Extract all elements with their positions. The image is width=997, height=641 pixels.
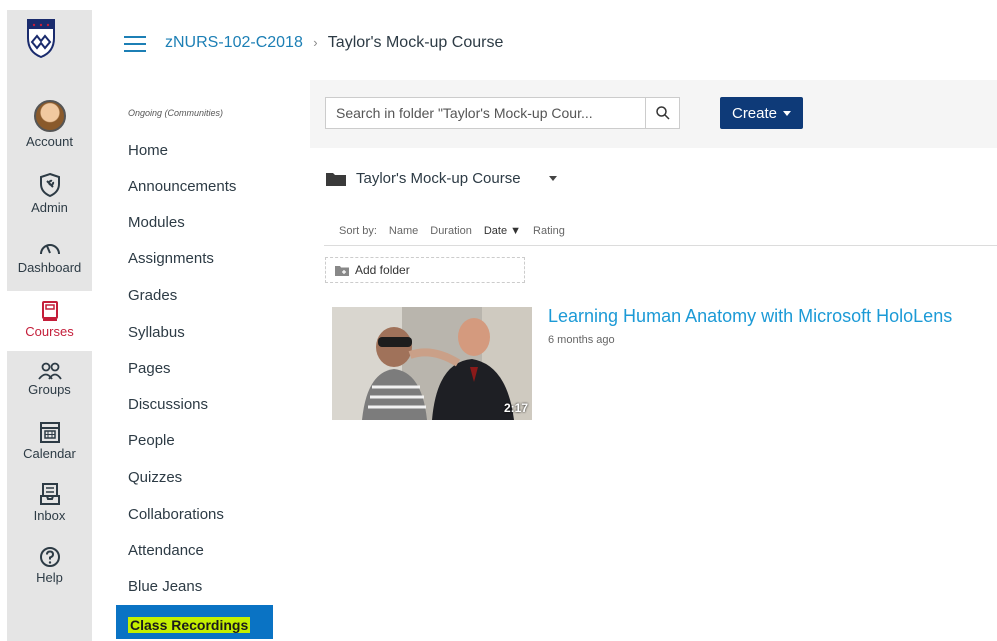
divider xyxy=(324,245,997,246)
university-logo[interactable] xyxy=(26,18,56,58)
chevron-down-icon xyxy=(783,110,792,116)
nav-account[interactable]: Account xyxy=(7,100,92,149)
search-box xyxy=(325,97,680,129)
shield-wrench-icon xyxy=(39,172,60,198)
book-icon xyxy=(41,301,58,321)
course-nav-modules[interactable]: Modules xyxy=(128,214,185,231)
global-nav: Account Admin Dashboard Courses Groups C… xyxy=(0,0,92,641)
course-nav-class-recordings-label: Class Recordings xyxy=(128,617,251,633)
sort-bar: Sort by: Name Duration Date ▼ Rating xyxy=(339,225,565,237)
video-thumbnail-image xyxy=(332,307,532,420)
course-nav-assignments[interactable]: Assignments xyxy=(128,250,214,267)
nav-calendar-label: Calendar xyxy=(23,446,76,461)
video-duration: 2:17 xyxy=(503,401,528,415)
breadcrumb: zNURS-102-C2018 › Taylor's Mock-up Cours… xyxy=(165,34,503,52)
speedometer-icon xyxy=(39,244,60,255)
course-nav-blue-jeans[interactable]: Blue Jeans xyxy=(128,578,202,595)
add-folder-label: Add folder xyxy=(355,263,410,277)
nav-courses[interactable]: Courses xyxy=(7,291,92,351)
create-button[interactable]: Create xyxy=(720,97,803,129)
search-input[interactable] xyxy=(326,98,646,128)
nav-inbox-label: Inbox xyxy=(33,508,66,523)
nav-help[interactable]: Help xyxy=(7,546,92,585)
nav-groups-label: Groups xyxy=(28,382,71,397)
search-button[interactable] xyxy=(645,98,679,128)
avatar xyxy=(33,100,66,132)
nav-account-label: Account xyxy=(26,134,73,149)
sort-label: Sort by: xyxy=(339,225,377,237)
recordings-toolbar: Create xyxy=(310,80,997,148)
question-icon xyxy=(39,547,60,567)
course-nav-syllabus[interactable]: Syllabus xyxy=(128,324,185,341)
add-folder-icon xyxy=(335,265,349,276)
video-thumbnail[interactable]: 2:17 xyxy=(332,307,532,420)
nav-groups[interactable]: Groups xyxy=(7,362,92,397)
nav-dashboard[interactable]: Dashboard xyxy=(7,238,92,275)
add-folder-button[interactable]: Add folder xyxy=(325,257,525,283)
course-nav-people[interactable]: People xyxy=(128,432,175,449)
course-nav-grades[interactable]: Grades xyxy=(128,287,177,304)
course-term: Ongoing (Communities) xyxy=(128,108,224,118)
course-nav-home[interactable]: Home xyxy=(128,142,168,159)
nav-help-label: Help xyxy=(36,570,63,585)
folder-name: Taylor's Mock-up Course xyxy=(356,170,521,187)
search-icon xyxy=(655,106,670,120)
course-nav-quizzes[interactable]: Quizzes xyxy=(128,469,182,486)
calendar-icon xyxy=(39,422,60,443)
people-icon xyxy=(37,362,62,380)
video-title-link[interactable]: Learning Human Anatomy with Microsoft Ho… xyxy=(548,306,952,327)
sort-date[interactable]: Date ▼ xyxy=(484,225,521,237)
course-nav-attendance[interactable]: Attendance xyxy=(128,542,204,559)
breadcrumb-course-link[interactable]: zNURS-102-C2018 xyxy=(165,34,303,51)
video-age: 6 months ago xyxy=(548,334,615,346)
course-nav-collaborations[interactable]: Collaborations xyxy=(128,506,224,523)
recordings-panel: Create Taylor's Mock-up Course Sort by: … xyxy=(310,80,997,641)
nav-admin-label: Admin xyxy=(31,200,68,215)
inbox-icon xyxy=(39,483,60,505)
nav-admin[interactable]: Admin xyxy=(7,172,92,215)
course-menu-toggle[interactable] xyxy=(124,36,146,52)
course-nav-announcements[interactable]: Announcements xyxy=(128,178,236,195)
course-nav-discussions[interactable]: Discussions xyxy=(128,396,208,413)
folder-selector[interactable]: Taylor's Mock-up Course xyxy=(326,170,557,187)
breadcrumb-separator: › xyxy=(313,35,318,50)
nav-courses-label: Courses xyxy=(25,324,74,339)
course-nav-class-recordings[interactable]: Class Recordings xyxy=(116,605,273,639)
sort-rating[interactable]: Rating xyxy=(533,225,565,237)
course-nav-pages[interactable]: Pages xyxy=(128,360,171,377)
sort-duration[interactable]: Duration xyxy=(430,225,472,237)
sort-name[interactable]: Name xyxy=(389,225,418,237)
nav-calendar[interactable]: Calendar xyxy=(7,420,92,461)
folder-icon xyxy=(326,173,346,186)
chevron-down-icon xyxy=(548,176,557,181)
create-button-label: Create xyxy=(731,104,778,122)
breadcrumb-current: Taylor's Mock-up Course xyxy=(327,34,504,51)
nav-inbox[interactable]: Inbox xyxy=(7,482,92,523)
nav-dashboard-label: Dashboard xyxy=(17,260,82,275)
